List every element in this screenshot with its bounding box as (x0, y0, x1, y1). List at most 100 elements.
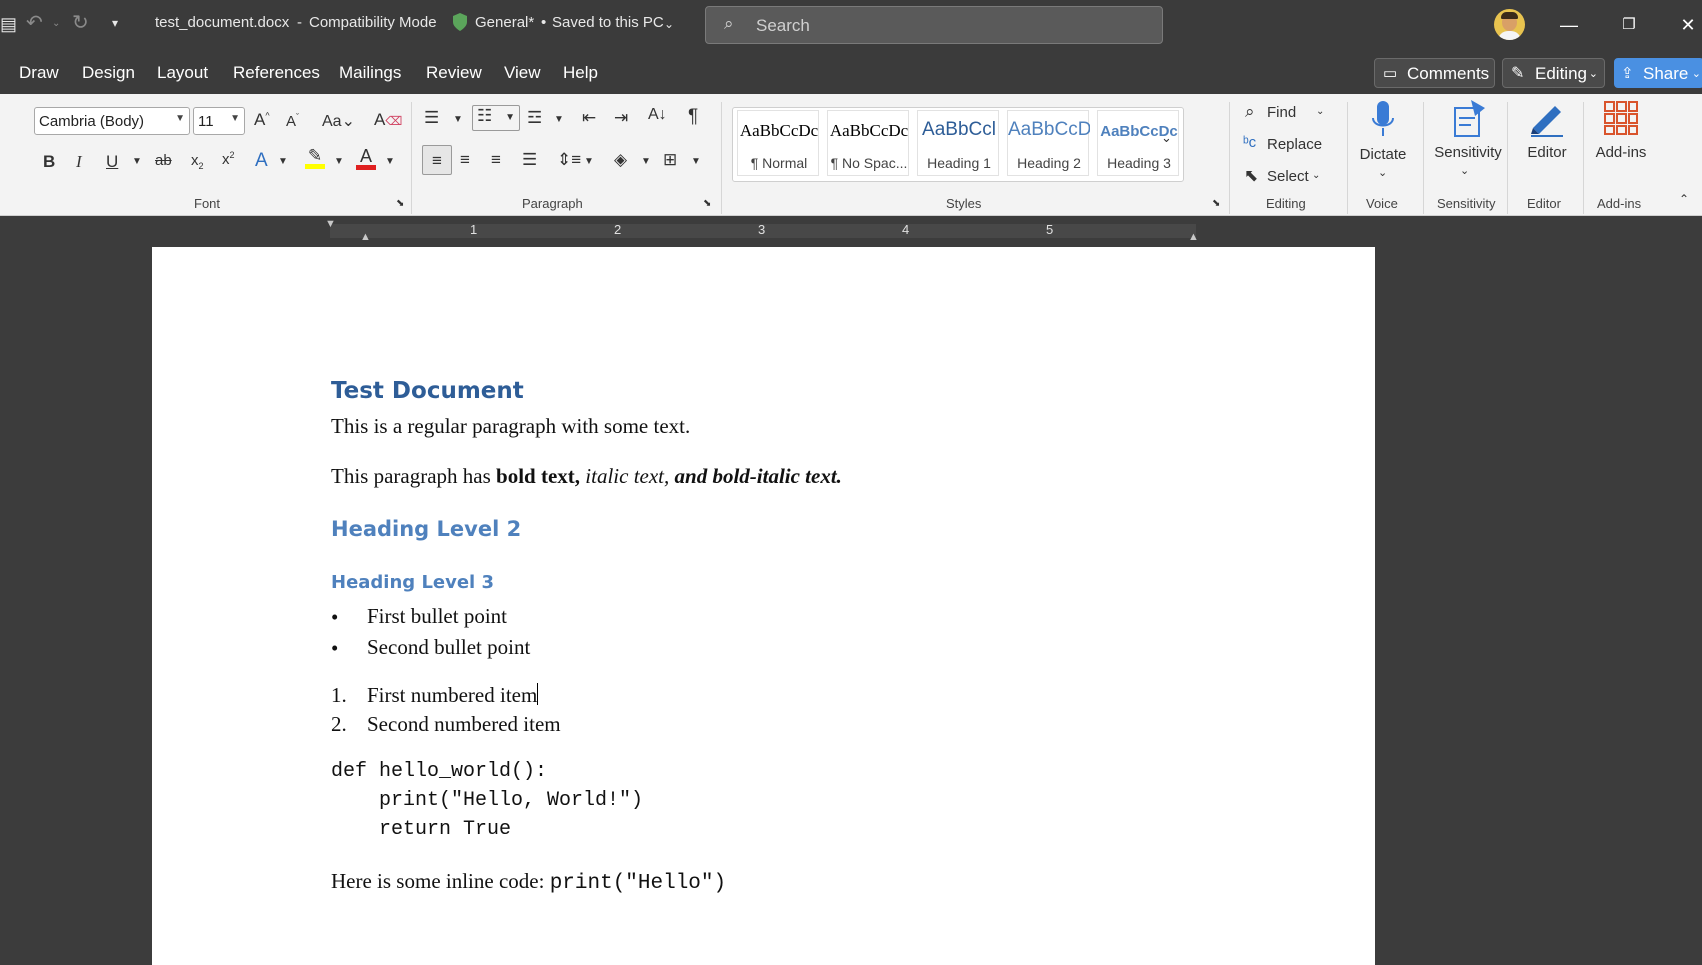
first-line-indent-marker[interactable]: ▼ (325, 218, 336, 230)
replace-button[interactable]: Replace (1267, 136, 1322, 153)
multilevel-list-icon[interactable]: ☲ (527, 108, 542, 128)
hanging-indent-marker[interactable]: ▲ (360, 231, 371, 243)
highlight-icon[interactable]: ✎ (305, 146, 325, 169)
chevron-down-icon[interactable]: ▼ (334, 156, 344, 167)
editor-button[interactable]: Editor (1522, 144, 1572, 161)
collapse-ribbon-icon[interactable]: ⌃ (1679, 192, 1689, 206)
paragraph-dialog-launcher-icon[interactable]: ⬊ (703, 198, 711, 209)
styles-dialog-launcher-icon[interactable]: ⬊ (1212, 198, 1220, 209)
chevron-down-icon[interactable]: ⌄ (664, 17, 674, 31)
chevron-down-icon[interactable]: ⌄ (1312, 170, 1320, 181)
change-case-icon[interactable]: Aa⌄ (322, 111, 355, 131)
font-name-box[interactable]: Cambria (Body) ▼ (34, 107, 190, 135)
document-page[interactable]: Test Document This is a regular paragrap… (152, 247, 1375, 965)
tab-references[interactable]: References (233, 63, 320, 83)
inline-code-paragraph[interactable]: Here is some inline code: print("Hello") (331, 869, 726, 895)
font-size-box[interactable]: 11 ▼ (193, 107, 245, 135)
find-icon[interactable]: ⌕ (1245, 102, 1255, 122)
chevron-down-icon[interactable]: ▼ (554, 114, 564, 125)
paragraph-2[interactable]: This paragraph has bold text, italic tex… (331, 464, 842, 489)
addins-grid-icon[interactable] (1603, 100, 1639, 141)
borders-icon[interactable]: ⊞ (663, 150, 677, 170)
sensitivity-label[interactable]: General* (475, 14, 534, 31)
sort-icon[interactable]: A↓ (648, 106, 667, 124)
justify-icon[interactable]: ☰ (522, 150, 537, 170)
increase-indent-icon[interactable]: ⇥ (614, 108, 628, 128)
shrink-font-icon[interactable]: Aˇ (286, 112, 299, 130)
close-button[interactable]: ✕ (1668, 10, 1702, 40)
dictate-button[interactable]: Dictate (1358, 146, 1408, 163)
style-no-spacing[interactable]: AaBbCcDc ¶ No Spac... (827, 110, 909, 176)
redo-icon[interactable]: ↻ (72, 10, 89, 35)
sensitivity-icon[interactable] (1451, 98, 1487, 143)
style-normal[interactable]: AaBbCcDc ¶ Normal (737, 110, 819, 176)
addins-button[interactable]: Add-ins (1591, 144, 1651, 161)
minimize-button[interactable]: — (1549, 10, 1589, 40)
line-spacing-icon[interactable]: ⇕≡ (557, 150, 581, 170)
chevron-down-icon[interactable]: ▼ (641, 156, 651, 167)
chevron-down-icon[interactable]: ⌄ (1378, 166, 1387, 179)
style-heading-1[interactable]: AaBbCcl Heading 1 (917, 110, 999, 176)
chevron-down-icon[interactable]: ⌄ (1460, 164, 1469, 177)
tab-view[interactable]: View (504, 63, 541, 83)
style-heading-2[interactable]: AaBbCcD Heading 2 (1007, 110, 1090, 176)
center-icon[interactable]: ≡ (460, 150, 470, 170)
decrease-indent-icon[interactable]: ⇤ (582, 108, 596, 128)
restore-button[interactable]: ❐ (1609, 10, 1649, 40)
code-line[interactable]: print("Hello, World!") (331, 789, 643, 812)
align-right-icon[interactable]: ≡ (491, 150, 501, 170)
chevron-down-icon[interactable]: ▼ (691, 156, 701, 167)
replace-icon[interactable]: ᵇc (1243, 134, 1256, 151)
tab-review[interactable]: Review (426, 63, 482, 83)
styles-more-icon[interactable]: ⌄ (1161, 130, 1172, 146)
chevron-down-icon[interactable]: ▼ (385, 156, 395, 167)
search-box[interactable]: ⌕ Search (705, 6, 1163, 44)
bold-icon[interactable]: B (43, 152, 55, 172)
numbering-icon[interactable]: ☷ ▼ (472, 105, 520, 131)
undo-dropdown-icon[interactable]: ⌄ (52, 18, 60, 29)
tab-help[interactable]: Help (563, 63, 598, 83)
chevron-down-icon[interactable]: ▼ (230, 113, 240, 124)
bullets-icon[interactable]: ☰ (424, 108, 439, 128)
show-formatting-icon[interactable]: ¶ (688, 106, 698, 128)
text-effects-icon[interactable]: A (255, 150, 268, 172)
list-item[interactable]: First bullet point (367, 604, 507, 629)
undo-icon[interactable]: ↶ (26, 10, 43, 35)
italic-icon[interactable]: I (76, 152, 82, 172)
superscript-icon[interactable]: x2 (222, 150, 235, 168)
chevron-down-icon[interactable]: ▼ (175, 113, 185, 124)
chevron-down-icon[interactable]: ▼ (278, 156, 288, 167)
clear-formatting-icon[interactable]: A⌫ (374, 110, 402, 130)
tab-draw[interactable]: Draw (19, 63, 59, 83)
tab-design[interactable]: Design (82, 63, 135, 83)
save-icon[interactable]: ▤ (0, 14, 17, 35)
font-color-icon[interactable]: A (356, 146, 376, 170)
list-item[interactable]: Second numbered item (367, 712, 561, 737)
select-button[interactable]: Select (1267, 168, 1309, 185)
align-left-icon[interactable]: ≡ (422, 145, 452, 175)
save-state[interactable]: Saved to this PC (552, 14, 664, 31)
heading-level-3[interactable]: Heading Level 3 (331, 572, 494, 593)
grow-font-icon[interactable]: A^ (254, 110, 270, 130)
chevron-down-icon[interactable]: ▼ (132, 156, 142, 167)
chevron-down-icon[interactable]: ▼ (453, 114, 463, 125)
right-indent-marker[interactable]: ▲ (1188, 231, 1199, 243)
customize-toolbar-icon[interactable]: ▾ (112, 16, 118, 30)
editor-pen-icon[interactable] (1527, 98, 1567, 143)
avatar[interactable] (1494, 9, 1525, 40)
comments-button[interactable]: ▭ Comments (1374, 58, 1495, 88)
list-item[interactable]: First numbered item (367, 683, 539, 708)
sensitivity-button[interactable]: Sensitivity (1428, 144, 1508, 161)
subscript-icon[interactable]: x2 (191, 152, 204, 171)
code-line[interactable]: def hello_world(): (331, 760, 547, 783)
font-dialog-launcher-icon[interactable]: ⬊ (396, 198, 404, 209)
chevron-down-icon[interactable]: ⌄ (1316, 106, 1324, 117)
list-item[interactable]: Second bullet point (367, 635, 530, 660)
strikethrough-icon[interactable]: ab (155, 152, 172, 169)
select-cursor-icon[interactable]: ⬉ (1244, 166, 1258, 186)
heading-level-2[interactable]: Heading Level 2 (331, 517, 521, 541)
shading-icon[interactable]: ◈ (614, 150, 627, 170)
editing-mode-button[interactable]: ✎ Editing ⌄ (1502, 58, 1605, 88)
paragraph-1[interactable]: This is a regular paragraph with some te… (331, 414, 690, 439)
document-title[interactable]: Test Document (331, 378, 524, 404)
